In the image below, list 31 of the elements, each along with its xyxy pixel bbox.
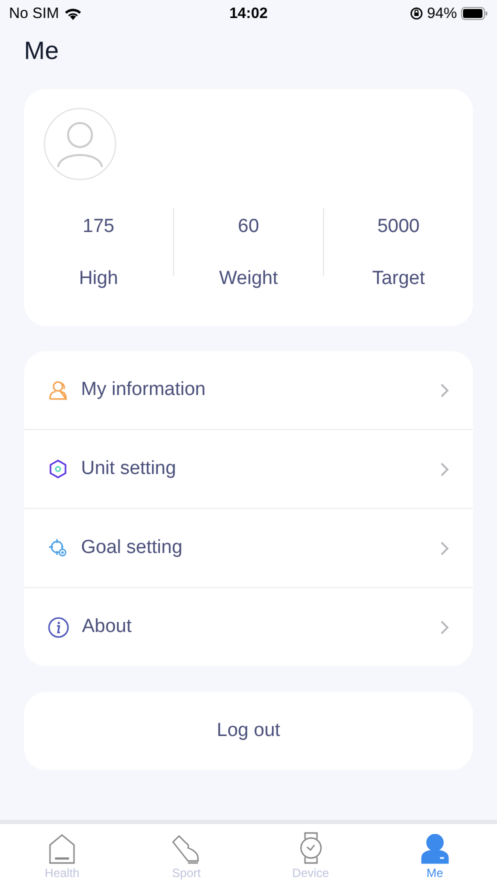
stat-label: Weight (219, 268, 278, 290)
page-title: Me (24, 36, 60, 66)
info-icon (48, 616, 69, 638)
logout-button[interactable]: Log out (24, 692, 473, 770)
chevron-icon (440, 382, 449, 398)
house-icon (49, 834, 76, 864)
battery-icon (461, 6, 488, 20)
carrier-text: No SIM (9, 4, 60, 22)
menu-item[interactable]: Unit setting (24, 430, 473, 509)
shoe-icon (171, 834, 202, 864)
clock-text: 14:02 (229, 4, 268, 22)
menu-item[interactable]: My information (24, 351, 473, 430)
chevron-icon (440, 540, 449, 556)
menu-item[interactable]: Goal setting (24, 509, 473, 588)
stat-label: Target (372, 268, 425, 290)
stat-value: 5000 (377, 216, 420, 238)
watch-icon (298, 832, 324, 864)
chevron-icon (440, 462, 449, 476)
person-icon (48, 380, 68, 400)
avatar-icon (44, 108, 116, 180)
chevron-icon (440, 620, 449, 634)
hexagon-icon (48, 459, 68, 479)
target-icon (48, 538, 68, 558)
battery-text: 94% (426, 4, 457, 22)
stat-value: 60 (238, 216, 260, 238)
person-icon (420, 834, 449, 864)
menu-item[interactable]: About (24, 588, 473, 666)
rotation-lock-icon (410, 6, 423, 20)
stat-value: 175 (82, 216, 114, 238)
wifi-icon (64, 6, 82, 20)
stat-label: High (78, 268, 118, 290)
